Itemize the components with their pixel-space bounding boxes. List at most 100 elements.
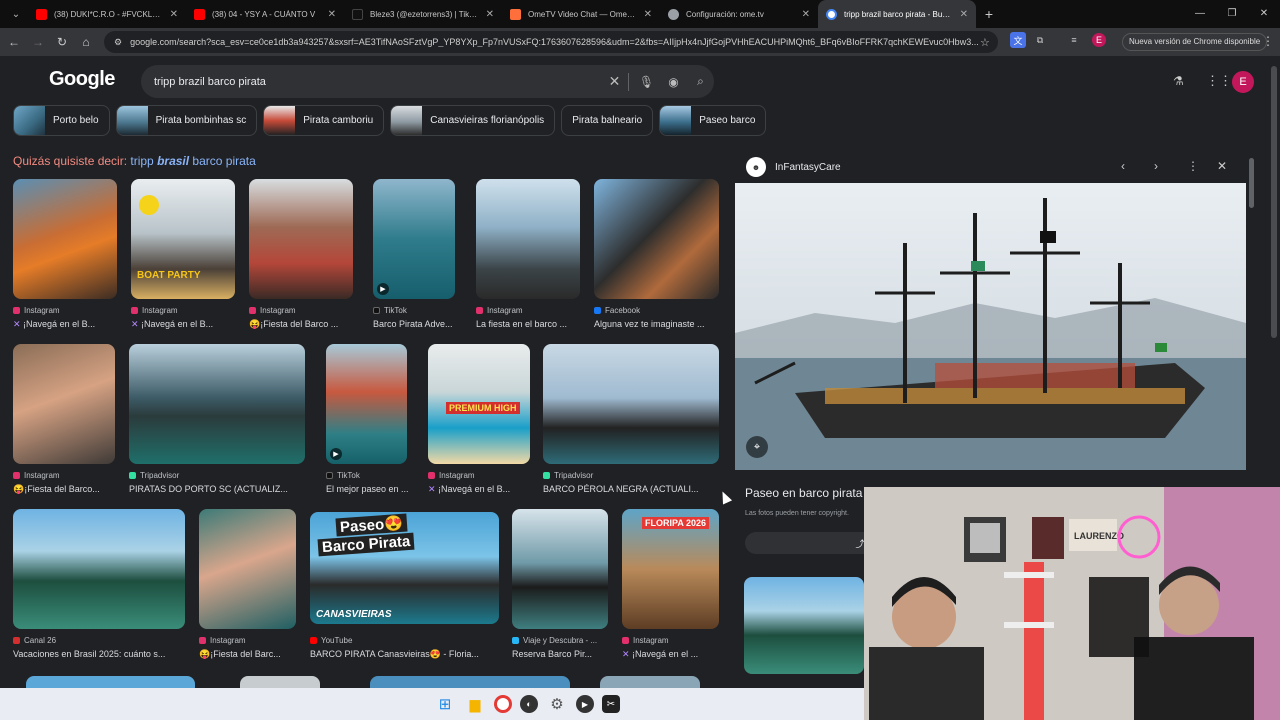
result-title[interactable]: ¡Navegá en el B... [23, 319, 95, 329]
result-card[interactable]: BOAT PARTY Instagram ✕ ¡Navegá en el B..… [131, 179, 235, 330]
windows-start-icon[interactable]: ⊞ [434, 693, 456, 715]
result-title[interactable]: ¡Navegá en el B... [141, 319, 213, 329]
result-image[interactable] [129, 344, 305, 464]
lens-search-icon[interactable]: ⌖ [746, 436, 768, 458]
profile-avatar[interactable]: E [1092, 33, 1106, 47]
close-icon[interactable]: ✕ [486, 9, 494, 20]
related-image[interactable] [744, 577, 864, 674]
result-image[interactable] [13, 509, 185, 629]
result-image[interactable] [13, 179, 117, 299]
result-title[interactable]: BARCO PIRATA Canasvieiras😍 - Floria... [310, 649, 479, 659]
preview-image[interactable] [735, 183, 1246, 470]
settings-gear-icon[interactable]: ⚙ [546, 693, 568, 715]
result-image[interactable]: ▶ [373, 179, 455, 299]
chip-paseo-barco[interactable]: Paseo barco [659, 105, 767, 136]
result-title[interactable]: ¡Fiesta del Barc... [210, 649, 281, 659]
result-image[interactable]: Paseo😍 Barco Pirata CANASVIEIRAS [310, 512, 499, 624]
labs-flask-icon[interactable]: ⚗ [1173, 74, 1184, 88]
app-icon[interactable]: ◐ [520, 695, 538, 713]
result-card[interactable]: PREMIUM HIGH Instagram ✕ ¡Navegá en el B… [428, 344, 530, 495]
result-title[interactable]: La fiesta en el barco ... [476, 319, 567, 329]
next-image-icon[interactable]: › [1154, 159, 1158, 173]
close-icon[interactable]: ✕ [960, 9, 968, 20]
camera-lens-icon[interactable]: ◉ [660, 75, 687, 89]
result-image[interactable] [594, 179, 719, 299]
tab-tiktok[interactable]: Bleze3 (@ezetorrens3) | TikTok ✕ [344, 0, 502, 28]
folder-icon[interactable]: ▆ [464, 693, 486, 715]
result-image[interactable]: BOAT PARTY [131, 179, 235, 299]
tab-duki[interactable]: (38) DUKI*C.R.O - #FVCKLUV 💗 ✕ [28, 0, 186, 28]
bookmark-star-icon[interactable]: ☆ [980, 36, 998, 49]
tab-ysy[interactable]: (38) 04 - YSY A - CUÁNTO V ✕ [186, 0, 344, 28]
more-options-icon[interactable]: ⋮ [1187, 159, 1199, 173]
result-title[interactable]: Vacaciones en Brasil 2025: cuánto s... [13, 649, 165, 659]
tab-search-button[interactable]: ⌄ [4, 3, 28, 25]
clear-icon[interactable]: ✕ [601, 73, 628, 90]
close-window-icon[interactable]: ✕ [1248, 0, 1280, 28]
search-box[interactable]: tripp brazil barco pirata ✕ 🎙 ◉ ⌕ [141, 65, 714, 98]
result-title[interactable]: PIRATAS DO PORTO SC (ACTUALIZ... [129, 484, 288, 494]
result-image[interactable] [543, 344, 719, 464]
source-avatar[interactable]: ☻ [746, 157, 766, 177]
tab-google-search[interactable]: tripp brazil barco pirata - Busca ✕ [818, 0, 976, 28]
media-icon[interactable]: ≡ [1066, 32, 1082, 48]
media-player-icon[interactable]: ▶ [576, 695, 594, 713]
microphone-icon[interactable]: 🎙 [633, 75, 660, 89]
result-title[interactable]: El mejor paseo en ... [326, 484, 409, 494]
address-bar[interactable]: ⚙ google.com/search?sca_esv=ce0ce1db3a94… [104, 31, 998, 53]
panel-scrollbar[interactable] [1249, 158, 1254, 208]
result-card[interactable]: Instagram 😝¡Fiesta del Barco... [13, 344, 115, 495]
site-info-icon[interactable]: ⚙ [114, 37, 122, 48]
result-card[interactable]: ▶ TikTok Barco Pirata Adve... [373, 179, 455, 329]
did-you-mean-link[interactable]: tripp brasil barco pirata [130, 154, 255, 168]
result-image[interactable]: PREMIUM HIGH [428, 344, 530, 464]
account-avatar[interactable]: E [1232, 71, 1254, 93]
result-image[interactable]: ▶ [326, 344, 407, 464]
tab-settings[interactable]: Configuración: ome.tv ✕ [660, 0, 818, 28]
result-image[interactable] [512, 509, 608, 629]
close-icon[interactable]: ✕ [802, 9, 810, 20]
close-icon[interactable]: ✕ [170, 9, 178, 20]
extensions-icon[interactable]: ⧉ [1032, 32, 1048, 48]
result-card[interactable]: Tripadvisor BARCO PÉROLA NEGRA (ACTUALI.… [543, 344, 719, 494]
result-card[interactable]: Tripadvisor PIRATAS DO PORTO SC (ACTUALI… [129, 344, 305, 494]
result-title[interactable]: ¡Navegá en el ... [632, 649, 698, 659]
maximize-icon[interactable]: ❐ [1216, 0, 1248, 28]
result-card[interactable]: Instagram 😝¡Fiesta del Barco ... [249, 179, 353, 330]
result-title[interactable]: BARCO PÉROLA NEGRA (ACTUALI... [543, 484, 699, 494]
result-title[interactable]: ¡Fiesta del Barco... [24, 484, 100, 494]
google-logo[interactable]: Google [49, 68, 115, 91]
chip-canasvieiras[interactable]: Canasvieiras florianópolis [390, 105, 556, 136]
result-title[interactable]: Alguna vez te imaginaste ... [594, 319, 705, 329]
result-title[interactable]: Barco Pirata Adve... [373, 319, 453, 329]
result-card[interactable]: FLORIPA 2026 Instagram ✕ ¡Navegá en el .… [622, 509, 719, 660]
result-card[interactable]: Instagram 😝¡Fiesta del Barc... [199, 509, 296, 660]
panel-source[interactable]: InFantasyCare [775, 162, 841, 173]
result-card[interactable]: Facebook Alguna vez te imaginaste ... [594, 179, 719, 329]
minimize-icon[interactable]: — [1184, 0, 1216, 28]
result-card[interactable]: Canal 26 Vacaciones en Brasil 2025: cuán… [13, 509, 185, 659]
result-image[interactable] [13, 344, 115, 464]
update-chrome-button[interactable]: Nueva versión de Chrome disponible [1122, 33, 1268, 51]
close-icon[interactable]: ✕ [328, 9, 336, 20]
result-image[interactable] [199, 509, 296, 629]
chrome-icon[interactable] [494, 695, 512, 713]
search-icon[interactable]: ⌕ [687, 74, 714, 89]
result-image[interactable] [249, 179, 353, 299]
forward-icon[interactable]: → [26, 35, 50, 49]
back-icon[interactable]: ← [2, 35, 26, 49]
capcut-icon[interactable]: ✂ [602, 695, 620, 713]
reload-icon[interactable]: ↻ [50, 35, 74, 49]
prev-image-icon[interactable]: ‹ [1121, 159, 1125, 173]
chip-porto-belo[interactable]: Porto belo [13, 105, 110, 136]
result-card[interactable]: ▶ TikTok El mejor paseo en ... [326, 344, 409, 494]
chip-pirata-camboriu[interactable]: Pirata camboriu [263, 105, 385, 136]
chrome-menu-icon[interactable]: ⋮ [1262, 34, 1274, 48]
result-image[interactable] [476, 179, 580, 299]
result-title[interactable]: ¡Navegá en el B... [438, 484, 510, 494]
result-card[interactable]: Viaje y Descubra - ... Reserva Barco Pir… [512, 509, 608, 659]
close-icon[interactable]: ✕ [644, 9, 652, 20]
search-input[interactable]: tripp brazil barco pirata [154, 76, 601, 88]
close-panel-icon[interactable]: ✕ [1217, 159, 1227, 173]
result-image[interactable]: FLORIPA 2026 [622, 509, 719, 629]
